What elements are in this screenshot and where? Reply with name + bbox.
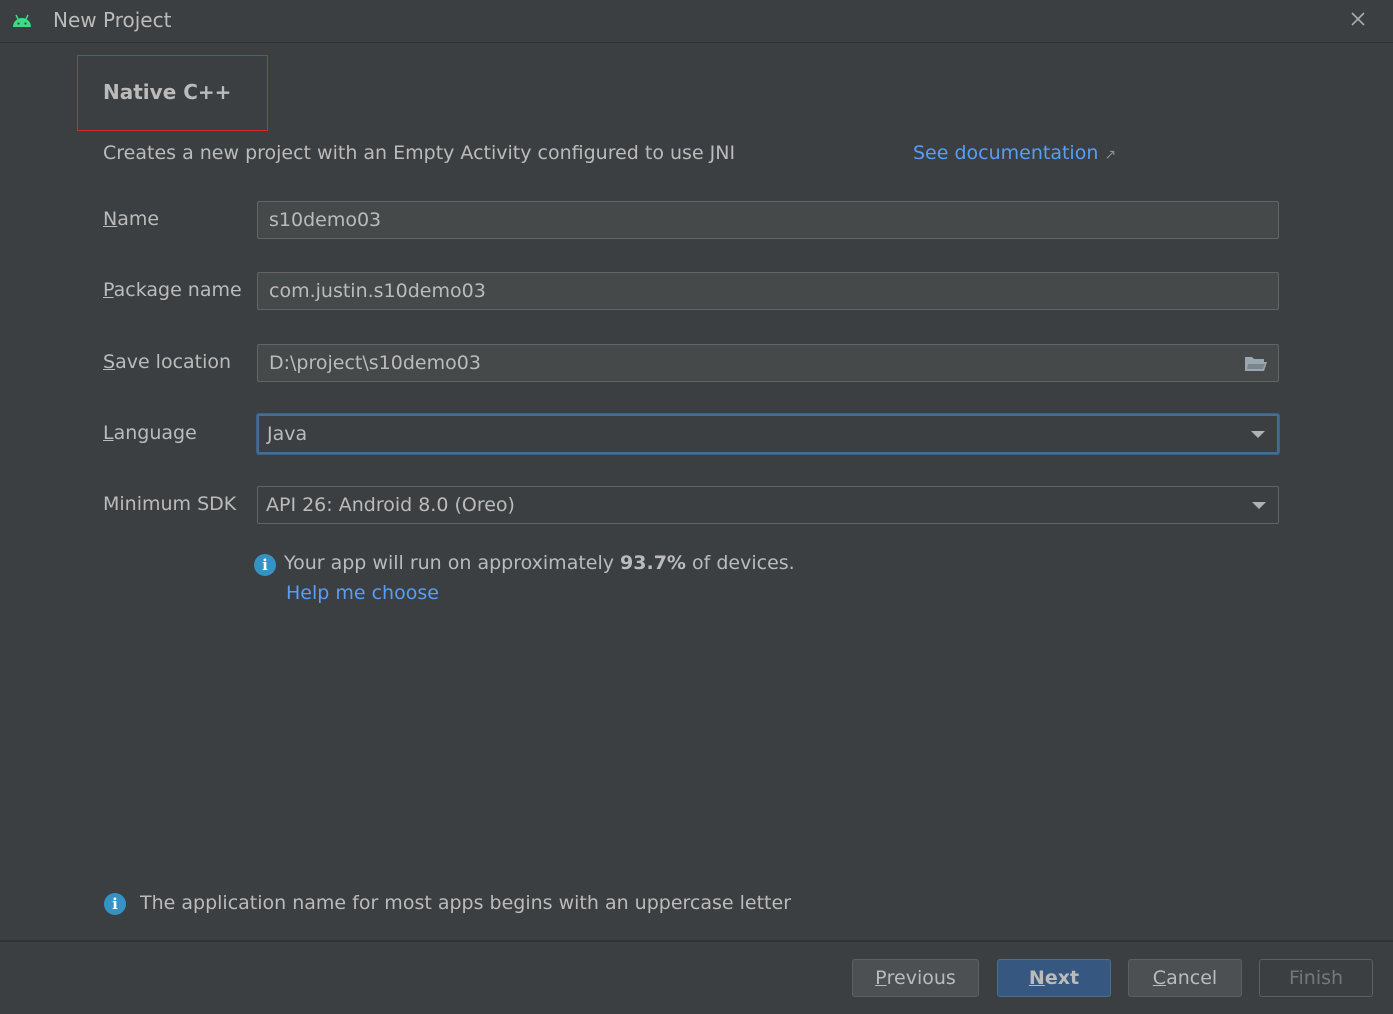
cancel-button[interactable]: Cancel (1128, 959, 1242, 997)
sdk-coverage-prefix: Your app will run on approximately (284, 552, 621, 574)
minimum-sdk-dropdown[interactable]: API 26: Android 8.0 (Oreo) (257, 486, 1279, 524)
validation-hint: The application name for most apps begin… (140, 892, 792, 914)
template-description: Creates a new project with an Empty Acti… (103, 142, 736, 164)
language-selected-value: Java (267, 423, 308, 445)
android-icon (13, 14, 31, 27)
save-location-field-value: D:\project\s10demo03 (269, 352, 481, 374)
see-documentation-label: See documentation (913, 142, 1099, 164)
external-link-icon: ↗ (1104, 147, 1117, 163)
chevron-down-icon[interactable] (1252, 502, 1266, 509)
save-location-label-mnemonic: S (103, 351, 116, 373)
package-name-label-text: ackage name (113, 279, 242, 301)
language-dropdown[interactable]: Java (257, 414, 1279, 454)
finish-button[interactable]: Finish (1259, 959, 1373, 997)
name-field-value: s10demo03 (269, 209, 382, 231)
new-project-dialog: New Project Native C++ Creates a new pro… (0, 0, 1393, 1014)
title-bar: New Project (0, 0, 1393, 43)
close-icon[interactable] (1348, 8, 1368, 30)
window-title: New Project (53, 8, 172, 32)
info-icon: i (254, 554, 276, 576)
cancel-button-mnemonic: C (1152, 967, 1167, 989)
minimum-sdk-selected-value: API 26: Android 8.0 (Oreo) (266, 494, 515, 516)
cancel-button-label: ancel (1166, 967, 1218, 989)
language-label-mnemonic: L (103, 422, 114, 444)
save-location-field[interactable]: D:\project\s10demo03 (257, 344, 1279, 382)
package-name-field-value: com.justin.s10demo03 (269, 280, 486, 302)
sdk-coverage-text: Your app will run on approximately 93.7%… (284, 552, 795, 574)
package-name-field[interactable]: com.justin.s10demo03 (257, 272, 1279, 310)
name-label-mnemonic: N (103, 208, 118, 230)
save-location-label: Save location (103, 351, 231, 373)
footer-divider (0, 940, 1393, 942)
previous-button-mnemonic: P (875, 967, 887, 989)
language-label: Language (103, 422, 197, 444)
folder-icon[interactable] (1244, 354, 1268, 373)
next-button-label: ext (1044, 967, 1080, 989)
name-label: Name (103, 208, 159, 230)
template-title: Native C++ (103, 80, 232, 104)
help-me-choose-link[interactable]: Help me choose (286, 582, 439, 604)
previous-button[interactable]: Previous (852, 959, 979, 997)
language-label-text: anguage (113, 422, 197, 444)
sdk-coverage-percent: 93.7% (620, 552, 686, 574)
sdk-coverage-suffix: of devices. (685, 552, 795, 574)
see-documentation-link[interactable]: See documentation ↗ (913, 142, 1116, 164)
info-icon: i (104, 893, 126, 915)
next-button-mnemonic: N (1028, 967, 1045, 989)
name-field[interactable]: s10demo03 (257, 201, 1279, 239)
package-name-label: Package name (103, 279, 242, 301)
next-button[interactable]: Next (997, 959, 1111, 997)
save-location-label-text: ave location (115, 351, 232, 373)
chevron-down-icon[interactable] (1251, 431, 1265, 438)
minimum-sdk-label: Minimum SDK (103, 493, 237, 515)
package-name-label-mnemonic: P (103, 279, 114, 301)
name-label-text: ame (117, 208, 160, 230)
previous-button-label: revious (886, 967, 956, 989)
